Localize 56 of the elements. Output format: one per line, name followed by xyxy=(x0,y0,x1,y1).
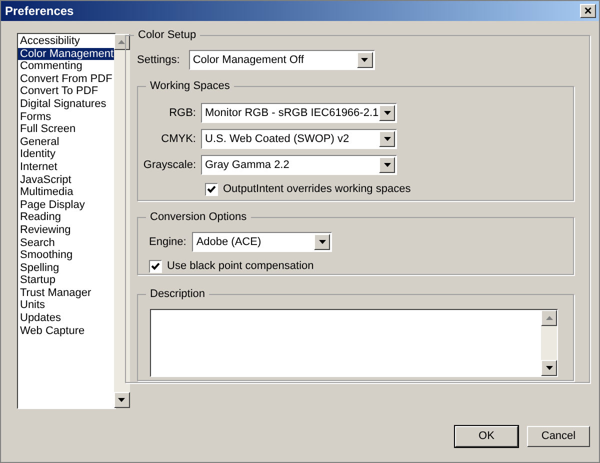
category-item[interactable]: Smoothing xyxy=(18,249,114,262)
working-space-dropdown[interactable]: Gray Gamma 2.2 xyxy=(201,155,397,175)
window-title: Preferences xyxy=(4,3,74,20)
up-arrow-icon xyxy=(118,40,126,44)
checkbox[interactable] xyxy=(205,182,218,196)
scroll-up-button[interactable] xyxy=(114,34,130,50)
scroll-down-button[interactable] xyxy=(114,392,130,408)
scroll-down-button[interactable] xyxy=(541,360,557,376)
category-item[interactable]: Commenting xyxy=(18,60,114,73)
scroll-up-button[interactable] xyxy=(541,310,557,326)
category-item[interactable]: Trust Manager xyxy=(18,286,114,300)
field-label: CMYK: xyxy=(160,132,197,147)
field-label: Grayscale: xyxy=(142,158,197,173)
dialog-button[interactable]: OK xyxy=(455,426,518,447)
checkbox-label: Use black point compensation xyxy=(167,259,314,274)
category-item[interactable]: Accessibility xyxy=(18,35,114,48)
category-item[interactable]: Convert To PDF xyxy=(18,85,114,98)
category-item[interactable]: Internet xyxy=(18,160,114,174)
category-item[interactable]: General xyxy=(18,136,114,148)
category-item[interactable]: Digital Signatures xyxy=(18,98,114,111)
checkbox[interactable] xyxy=(149,260,162,273)
category-item[interactable]: Full Screen xyxy=(18,123,114,136)
category-item[interactable]: Forms xyxy=(18,110,114,124)
category-item[interactable]: Reading xyxy=(18,211,114,224)
group-title: Color Setup xyxy=(134,28,200,42)
down-arrow-icon xyxy=(546,366,552,370)
scrollbar[interactable] xyxy=(114,34,130,408)
group-title: Working Spaces xyxy=(146,79,234,93)
field-label: RGB: xyxy=(168,106,197,121)
field-label: Engine: xyxy=(149,234,186,250)
working-space-dropdown[interactable]: U.S. Web Coated (SWOP) v2 xyxy=(201,129,397,149)
scrollbar[interactable] xyxy=(541,310,557,376)
category-item[interactable]: JavaScript xyxy=(18,174,114,186)
category-item[interactable]: Updates xyxy=(18,312,114,325)
close-button[interactable]: × xyxy=(580,4,596,18)
category-item[interactable]: Spelling xyxy=(18,262,114,274)
down-arrow-icon xyxy=(118,398,126,402)
category-item[interactable]: Page Display xyxy=(18,198,114,212)
category-item[interactable]: Reviewing xyxy=(18,224,114,236)
checkbox-label: OutputIntent overrides working spaces xyxy=(223,182,411,197)
field-label: Settings: xyxy=(137,52,180,68)
category-item[interactable]: Web Capture xyxy=(18,324,114,338)
group-title: Conversion Options xyxy=(146,210,251,224)
category-item[interactable]: Identity xyxy=(18,148,114,161)
group-title: Description xyxy=(146,287,210,301)
category-item[interactable]: Units xyxy=(18,299,114,312)
category-item[interactable]: Startup xyxy=(18,274,114,287)
category-item[interactable]: Multimedia xyxy=(18,186,114,199)
category-item[interactable]: Color Management xyxy=(18,48,114,60)
engine-dropdown[interactable]: Adobe (ACE) xyxy=(192,232,332,252)
category-item[interactable]: Search xyxy=(18,236,114,250)
working-space-dropdown[interactable]: Monitor RGB - sRGB IEC61966-2.1 xyxy=(201,103,397,123)
settings-dropdown[interactable]: Color Management Off xyxy=(188,50,375,70)
category-item[interactable]: Convert From PDF xyxy=(18,72,114,86)
up-arrow-icon xyxy=(546,316,552,320)
dialog-button[interactable]: Cancel xyxy=(527,426,590,447)
